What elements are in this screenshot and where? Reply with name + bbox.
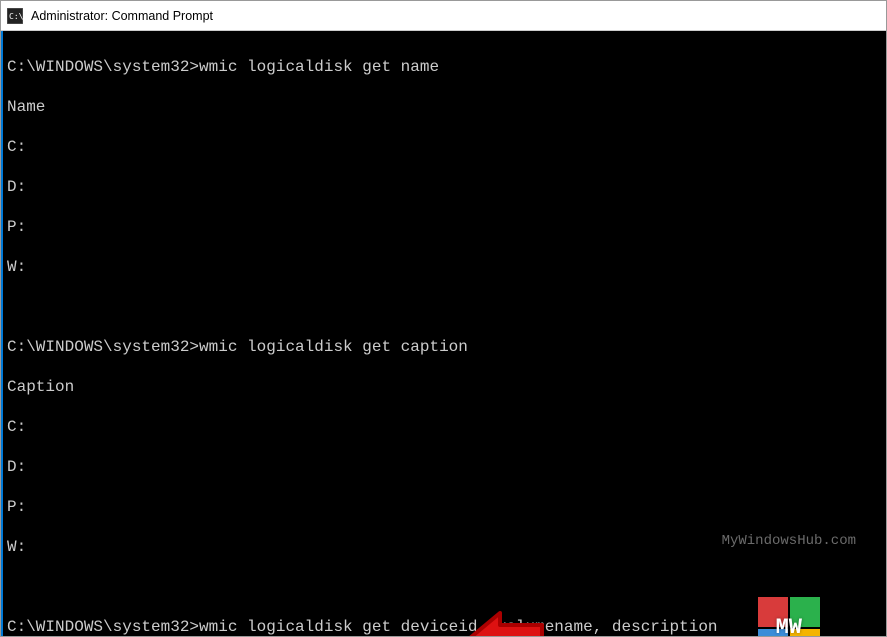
console-area[interactable]: C:\WINDOWS\system32>wmic logicaldisk get… bbox=[1, 31, 886, 636]
console-line: Caption bbox=[7, 377, 882, 397]
window-title: Administrator: Command Prompt bbox=[31, 9, 213, 23]
console-line: D: bbox=[7, 457, 882, 477]
console-line: P: bbox=[7, 497, 882, 517]
console-line: C:\WINDOWS\system32>wmic logicaldisk get… bbox=[7, 57, 882, 77]
console-line: P: bbox=[7, 217, 882, 237]
command-prompt-window: C:\ Administrator: Command Prompt C:\WIN… bbox=[0, 0, 887, 637]
console-line: C: bbox=[7, 137, 882, 157]
console-line: Name bbox=[7, 97, 882, 117]
console-line: W: bbox=[7, 537, 882, 557]
console-line: W: bbox=[7, 257, 882, 277]
console-line: D: bbox=[7, 177, 882, 197]
console-line: C: bbox=[7, 417, 882, 437]
console-line: C:\WINDOWS\system32>wmic logicaldisk get… bbox=[7, 337, 882, 357]
console-line: C:\WINDOWS\system32>wmic logicaldisk get… bbox=[7, 617, 882, 636]
title-bar[interactable]: C:\ Administrator: Command Prompt bbox=[1, 1, 886, 31]
svg-text:C:\: C:\ bbox=[9, 12, 23, 21]
cmd-icon: C:\ bbox=[7, 8, 23, 24]
